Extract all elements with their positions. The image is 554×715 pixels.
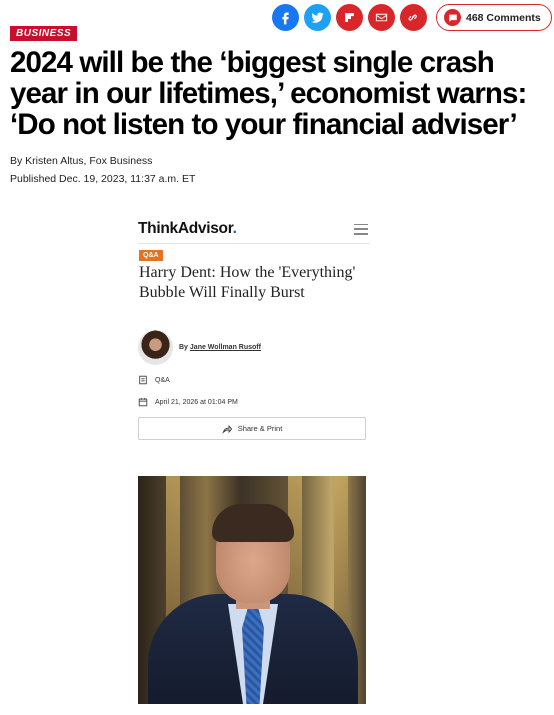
date-row: April 21, 2026 at 01:04 PM xyxy=(138,397,238,407)
author-avatar xyxy=(138,330,173,365)
twitter-icon xyxy=(311,12,324,23)
byline: By Kristen Altus, Fox Business xyxy=(10,155,152,167)
link-icon xyxy=(408,14,417,21)
comments-button[interactable]: 468 Comments xyxy=(436,4,552,31)
menu-icon[interactable] xyxy=(354,223,368,235)
article-date: April 21, 2026 at 01:04 PM xyxy=(155,398,238,406)
article-headline: 2024 will be the ‘biggest single crash y… xyxy=(10,46,527,141)
section-tag[interactable]: BUSINESS xyxy=(10,26,78,41)
copy-link-button[interactable] xyxy=(400,4,427,31)
document-icon xyxy=(139,375,147,385)
embedded-author-link[interactable]: Jane Wollman Rusoff xyxy=(190,344,261,351)
email-icon xyxy=(375,13,388,22)
logo-dot: . xyxy=(232,220,237,237)
twitter-share-button[interactable] xyxy=(304,4,331,31)
facebook-icon xyxy=(282,12,289,25)
thinkadvisor-header: ThinkAdvisor. xyxy=(138,216,368,242)
comment-bubble-icon xyxy=(444,9,461,26)
email-share-button[interactable] xyxy=(368,4,395,31)
published-date: Published Dec. 19, 2023, 11:37 a.m. ET xyxy=(10,173,196,185)
byline-prefix: By xyxy=(10,155,26,167)
thinkadvisor-logo: ThinkAdvisor. xyxy=(138,220,237,238)
flipboard-icon xyxy=(345,13,354,22)
facebook-share-button[interactable] xyxy=(272,4,299,31)
content-type-row: Q&A xyxy=(138,375,170,385)
share-bar: 468 Comments xyxy=(272,4,552,31)
calendar-icon xyxy=(138,397,148,407)
byline-outlet: , Fox Business xyxy=(83,155,153,167)
embedded-article-title: Harry Dent: How the 'Everything' Bubble … xyxy=(139,264,356,301)
embedded-article-screenshot: ThinkAdvisor. Q&A Harry Dent: How the 'E… xyxy=(130,210,375,705)
share-arrow-icon xyxy=(221,424,232,434)
qa-tag[interactable]: Q&A xyxy=(139,250,163,261)
portrait-photo xyxy=(138,476,366,704)
flipboard-share-button[interactable] xyxy=(336,4,363,31)
embedded-author-row: By Jane Wollman Rusoff xyxy=(138,330,261,365)
share-print-button[interactable]: Share & Print xyxy=(138,417,366,440)
share-print-label: Share & Print xyxy=(237,424,283,433)
author-link[interactable]: Kristen Altus xyxy=(25,155,83,167)
embedded-byline-prefix: By xyxy=(179,344,190,351)
logo-text: ThinkAdvisor xyxy=(138,220,233,237)
embedded-byline: By Jane Wollman Rusoff xyxy=(179,344,261,351)
content-type-label: Q&A xyxy=(155,376,170,384)
header-divider xyxy=(138,243,370,244)
comments-count: 468 Comments xyxy=(466,11,541,24)
